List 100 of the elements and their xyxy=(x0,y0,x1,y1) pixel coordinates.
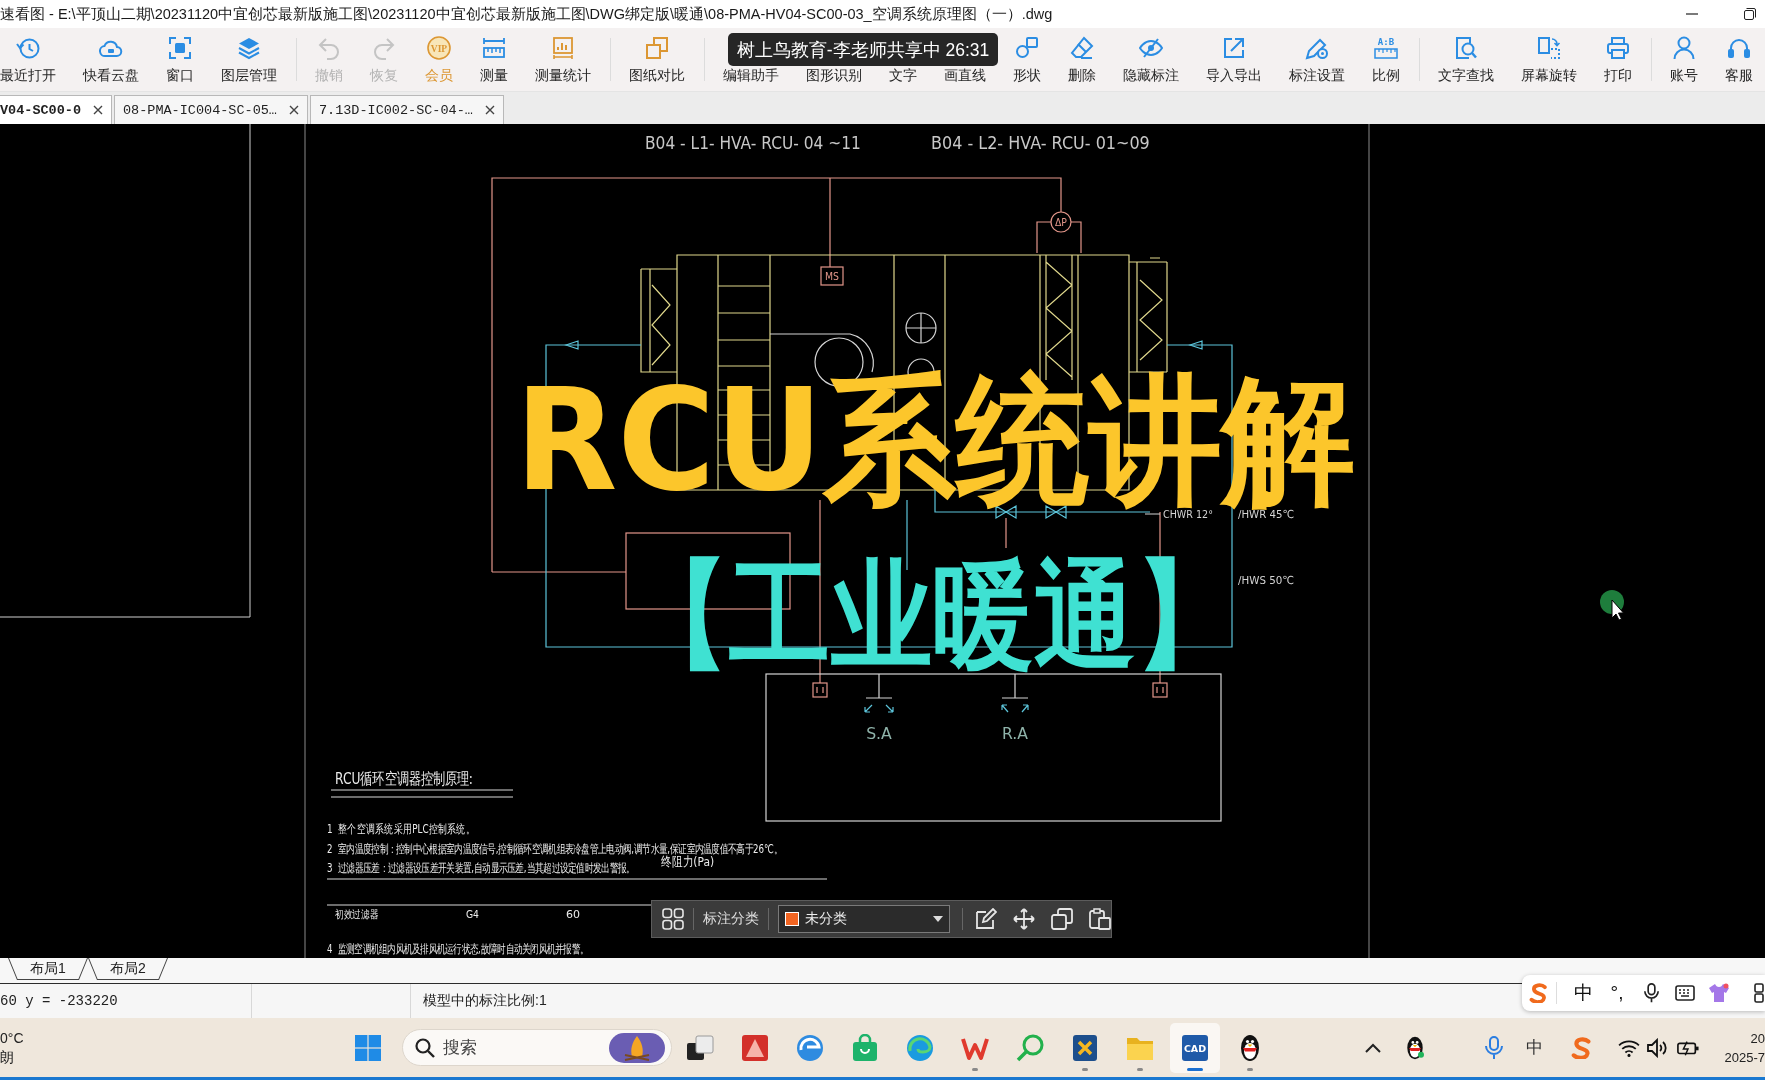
toolbar-button[interactable]: 图层管理 xyxy=(207,28,291,91)
sheet-title: B04 - L1- HVA- RCU- 04 ~11 xyxy=(645,131,861,154)
toolbar-button[interactable]: 打印 xyxy=(1590,28,1646,91)
toolbar-button[interactable]: 客服 xyxy=(1711,28,1765,91)
file-tab[interactable]: 08-PMA-IC004-SC-05… xyxy=(114,95,308,124)
punctuation-mode-button[interactable]: °, xyxy=(1610,982,1624,1004)
toolbar-button[interactable]: A:B 比例 xyxy=(1358,28,1414,91)
speaker-icon[interactable] xyxy=(1647,1037,1669,1058)
table-cell: G4 xyxy=(466,908,479,921)
toolbar-button[interactable]: 隐藏标注 xyxy=(1109,28,1193,91)
toolbar-button[interactable]: 文字查找 xyxy=(1424,28,1508,91)
toolbar-button[interactable]: 测量统计 xyxy=(521,28,605,91)
swatch-icon xyxy=(785,912,799,926)
toolbar-button[interactable]: 图纸对比 xyxy=(615,28,699,91)
toolbar-button[interactable]: 屏幕旋转 xyxy=(1507,28,1591,91)
layout-tab[interactable]: 布局1 xyxy=(8,958,88,980)
toolbar-button[interactable]: 文字 xyxy=(875,67,931,91)
edit-icon[interactable] xyxy=(975,908,997,930)
shirt-icon[interactable] xyxy=(1708,983,1730,1003)
shapes-icon[interactable] xyxy=(1015,36,1039,60)
eraser-icon[interactable] xyxy=(1070,36,1094,60)
grid-icon[interactable] xyxy=(1754,983,1764,1003)
overlapping-squares-icon[interactable] xyxy=(645,36,669,60)
shopping-bag-icon[interactable] xyxy=(851,1033,879,1062)
triangle-app-icon[interactable] xyxy=(741,1033,769,1062)
toolbar-button[interactable]: 标注设置 xyxy=(1275,28,1359,91)
toolbar-button[interactable]: 图形识别 xyxy=(792,67,876,91)
ime-mode-button[interactable]: 中 xyxy=(1573,980,1593,1006)
toolbar-button[interactable]: 删除 xyxy=(1054,28,1110,91)
table-cell: 初效过滤器 xyxy=(335,907,379,921)
table-cell: 60 xyxy=(566,908,580,921)
restore-icon[interactable] xyxy=(1744,8,1756,20)
toolbar-button[interactable]: 窗口 xyxy=(152,28,208,91)
close-icon[interactable] xyxy=(288,105,299,115)
swirl-app-icon[interactable] xyxy=(796,1033,824,1062)
person-icon[interactable] xyxy=(1672,36,1696,60)
close-icon[interactable] xyxy=(93,105,103,115)
cad-app-icon[interactable]: CAD xyxy=(1181,1033,1209,1062)
magnifier-app-icon[interactable] xyxy=(1016,1033,1044,1062)
note-text: 4 监测空调机组内风机及排风机运行状态,故障时自动关闭风机并报警。 xyxy=(327,941,589,956)
wifi-icon[interactable] xyxy=(1618,1038,1640,1057)
toolbar-label: 标注分类 xyxy=(703,910,759,928)
temperature-text: 0°C xyxy=(0,1028,24,1048)
input-method-logo-icon[interactable] xyxy=(1571,1036,1593,1059)
toolbar-button[interactable]: 最近打开 xyxy=(0,28,70,91)
search-icon xyxy=(415,1037,435,1058)
note-text: 3 过滤器压差：过滤器设压差开关装置,自动显示压差,当其超过设定值时发出警报。 xyxy=(327,860,635,875)
ruler-icon[interactable] xyxy=(482,36,506,60)
pen-gear-icon[interactable] xyxy=(1305,36,1329,60)
start-icon[interactable] xyxy=(355,1034,381,1061)
export-icon[interactable] xyxy=(1222,36,1246,60)
rotate-screen-icon[interactable] xyxy=(1537,36,1561,60)
chevron-up-icon[interactable] xyxy=(1365,1042,1381,1053)
category-dropdown[interactable]: 未分类 xyxy=(778,905,950,933)
fullscreen-frame-icon[interactable] xyxy=(168,36,192,60)
browser-icon[interactable] xyxy=(906,1033,934,1062)
document-magnifier-icon[interactable] xyxy=(1454,36,1478,60)
notes-heading: RCU循环空调器控制原理: xyxy=(335,769,473,788)
file-tab[interactable]: 7.13D-IC002-SC-04-… xyxy=(309,95,504,124)
toolbar-button[interactable]: 导入导出 xyxy=(1192,28,1276,91)
copy-icon[interactable] xyxy=(1051,908,1073,930)
close-icon[interactable] xyxy=(484,105,495,115)
history-clock-icon[interactable] xyxy=(16,36,40,60)
toolbar-button[interactable]: 形状 xyxy=(999,28,1055,91)
toolbar-button[interactable]: 画直线 xyxy=(930,67,1000,91)
layers-icon[interactable] xyxy=(237,36,261,60)
search-bar[interactable]: 搜索 xyxy=(402,1029,672,1066)
note-text: 1 整个空调系统采用PLC控制系统。 xyxy=(327,821,475,836)
file-tab[interactable]: V04-SC00-0 xyxy=(0,95,112,124)
search-input[interactable]: 搜索 xyxy=(443,1037,601,1058)
clock-time: 20 xyxy=(1750,1029,1765,1048)
keyboard-icon[interactable] xyxy=(1675,985,1695,1001)
coordinates-readout: 60 y = -233220 xyxy=(0,993,118,1009)
headset-icon[interactable] xyxy=(1727,36,1751,60)
microphone-icon[interactable] xyxy=(1643,982,1659,1004)
layout-tab[interactable]: 布局2 xyxy=(88,958,168,980)
toolbar-button[interactable]: 编辑助手 xyxy=(709,67,793,91)
pressure-label: 终阻力(Pa) xyxy=(661,854,715,870)
move-icon[interactable] xyxy=(1013,908,1035,930)
weather-text: 朗 xyxy=(0,1047,14,1067)
paste-icon[interactable] xyxy=(1089,908,1111,930)
taskbar-app-button[interactable]: CAD xyxy=(1170,1022,1220,1073)
penguin-icon[interactable] xyxy=(1405,1035,1425,1060)
campfire-icon xyxy=(609,1032,665,1063)
clock-date: 2025-7 xyxy=(1724,1048,1765,1067)
stacked-windows-icon[interactable] xyxy=(686,1033,714,1062)
eye-slash-icon[interactable] xyxy=(1139,36,1163,60)
grid-icon[interactable] xyxy=(662,908,684,930)
toolbar-button[interactable]: 快看云盘 xyxy=(69,28,153,91)
toolbar-button[interactable]: 测量 xyxy=(466,28,522,91)
printer-icon[interactable] xyxy=(1606,36,1630,60)
screen-share-toast: 树上鸟教育-李老师共享中 26:31 xyxy=(728,33,998,66)
input-method-logo-icon[interactable] xyxy=(1529,983,1549,1003)
window-title: 速看图 - E:\平顶山二期\20231120中宜创芯最新版施工图\20231120中宜创芯最新版施工图\DWG绑定版\暖通\08-PMA-HV04-SC00-03_空调系统原理图（一）.dwg xyxy=(0,4,1053,24)
chart-ruler-icon[interactable] xyxy=(551,36,575,60)
note-text: 2 室内温度控制：控制中心根据室内温度信号,控制循环空调机组表冷盘管上电动阀,调节水量,保证室内温度值不高于26℃。 xyxy=(327,841,783,856)
input-mode-indicator[interactable]: 中 xyxy=(1525,1036,1543,1059)
battery-icon[interactable] xyxy=(1677,1039,1699,1056)
cross-app-icon[interactable] xyxy=(1071,1033,1099,1062)
toolbar-button[interactable]: 账号 xyxy=(1656,28,1712,91)
